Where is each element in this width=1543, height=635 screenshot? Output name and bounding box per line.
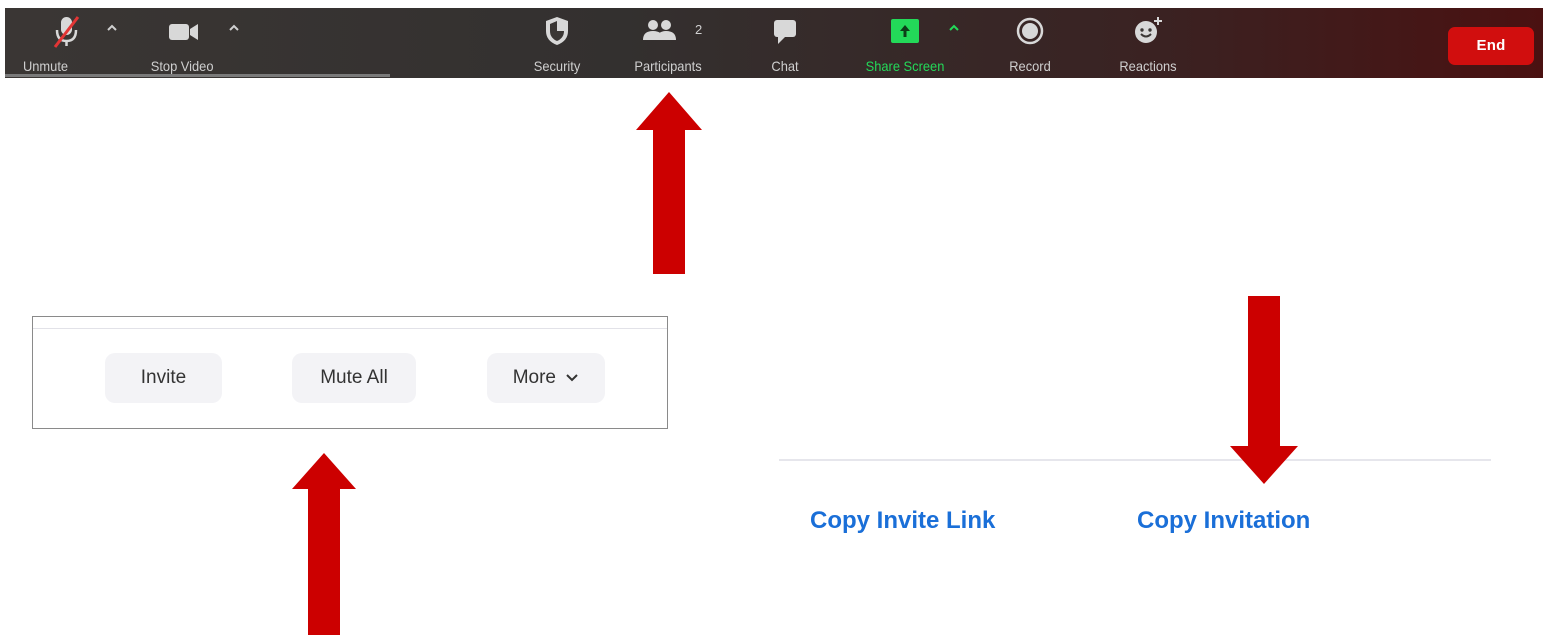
record-button[interactable]: Record bbox=[995, 8, 1065, 78]
chevron-down-icon bbox=[566, 374, 578, 382]
security-label: Security bbox=[533, 58, 581, 74]
unmute-button[interactable]: Unmute bbox=[23, 8, 107, 78]
audio-options-caret-icon[interactable] bbox=[105, 22, 119, 32]
participants-panel-footer: Invite Mute All More bbox=[32, 316, 668, 429]
invite-divider bbox=[779, 459, 1491, 461]
reactions-label: Reactions bbox=[1119, 58, 1177, 74]
mute-all-button[interactable]: Mute All bbox=[292, 353, 416, 403]
stop-video-label: Stop Video bbox=[150, 58, 214, 74]
copy-invitation-button[interactable]: Copy Invitation bbox=[1137, 507, 1310, 535]
chat-label: Chat bbox=[771, 58, 799, 74]
chat-bubble-icon bbox=[774, 20, 796, 44]
toolbar-underline bbox=[5, 74, 390, 77]
share-screen-label: Share Screen bbox=[865, 58, 945, 74]
muted-microphone-icon bbox=[53, 16, 80, 48]
video-camera-icon bbox=[169, 24, 198, 40]
annotation-arrow-down-copy-invitation bbox=[1230, 296, 1298, 484]
reactions-button[interactable]: Reactions bbox=[1103, 8, 1193, 78]
participants-label: Participants bbox=[634, 58, 702, 74]
share-screen-options-caret-icon[interactable] bbox=[947, 22, 961, 32]
annotation-arrow-up-mute-all bbox=[292, 453, 356, 635]
end-meeting-button[interactable]: End bbox=[1448, 27, 1534, 65]
participants-button[interactable]: 2 Participants bbox=[618, 8, 718, 78]
invite-button[interactable]: Invite bbox=[105, 353, 222, 403]
unmute-label: Unmute bbox=[22, 58, 69, 74]
smiley-reaction-icon bbox=[1135, 17, 1162, 43]
annotation-arrow-up-participants bbox=[636, 92, 702, 274]
participants-count-badge: 2 bbox=[695, 22, 703, 37]
record-icon bbox=[1016, 17, 1044, 45]
chat-button[interactable]: Chat bbox=[755, 8, 815, 78]
meeting-toolbar: Unmute Stop Video Security 2 Participant… bbox=[5, 8, 1543, 78]
share-screen-arrow-icon bbox=[891, 19, 919, 43]
video-options-caret-icon[interactable] bbox=[227, 22, 241, 32]
share-screen-button[interactable]: Share Screen bbox=[850, 8, 960, 78]
more-button[interactable]: More bbox=[487, 353, 605, 403]
record-label: Record bbox=[1009, 58, 1051, 74]
more-label: More bbox=[512, 367, 556, 388]
copy-invite-link-button[interactable]: Copy Invite Link bbox=[810, 507, 995, 535]
participants-icon bbox=[643, 20, 676, 40]
stop-video-button[interactable]: Stop Video bbox=[143, 8, 243, 78]
panel-divider bbox=[33, 328, 667, 329]
security-button[interactable]: Security bbox=[517, 8, 597, 78]
shield-icon bbox=[546, 17, 568, 45]
